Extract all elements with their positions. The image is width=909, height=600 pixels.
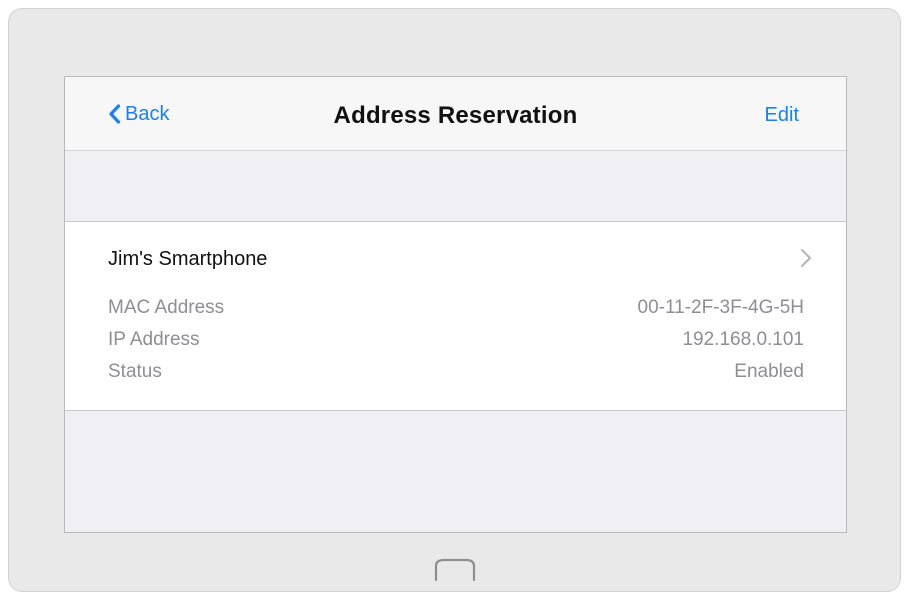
- section-spacer: [65, 151, 846, 221]
- chevron-right-icon: [800, 248, 812, 273]
- ip-address-label: IP Address: [108, 329, 200, 350]
- mac-address-value: 00-11-2F-3F-4G-5H: [637, 297, 804, 318]
- mac-address-label: MAC Address: [108, 297, 225, 318]
- ip-address-value: 192.168.0.101: [682, 329, 804, 350]
- reservation-entry[interactable]: Jim's Smartphone MAC Address 00-11-2F-3F…: [65, 221, 846, 411]
- status-value: Enabled: [734, 361, 804, 382]
- edit-button[interactable]: Edit: [765, 104, 799, 127]
- app-screen: Back Address Reservation Edit Jim's Smar…: [64, 76, 847, 533]
- device-name: Jim's Smartphone: [108, 248, 268, 270]
- home-button-icon[interactable]: [432, 557, 478, 586]
- status-label: Status: [108, 361, 162, 382]
- navigation-bar: Back Address Reservation Edit: [65, 77, 846, 151]
- page-title: Address Reservation: [333, 102, 578, 129]
